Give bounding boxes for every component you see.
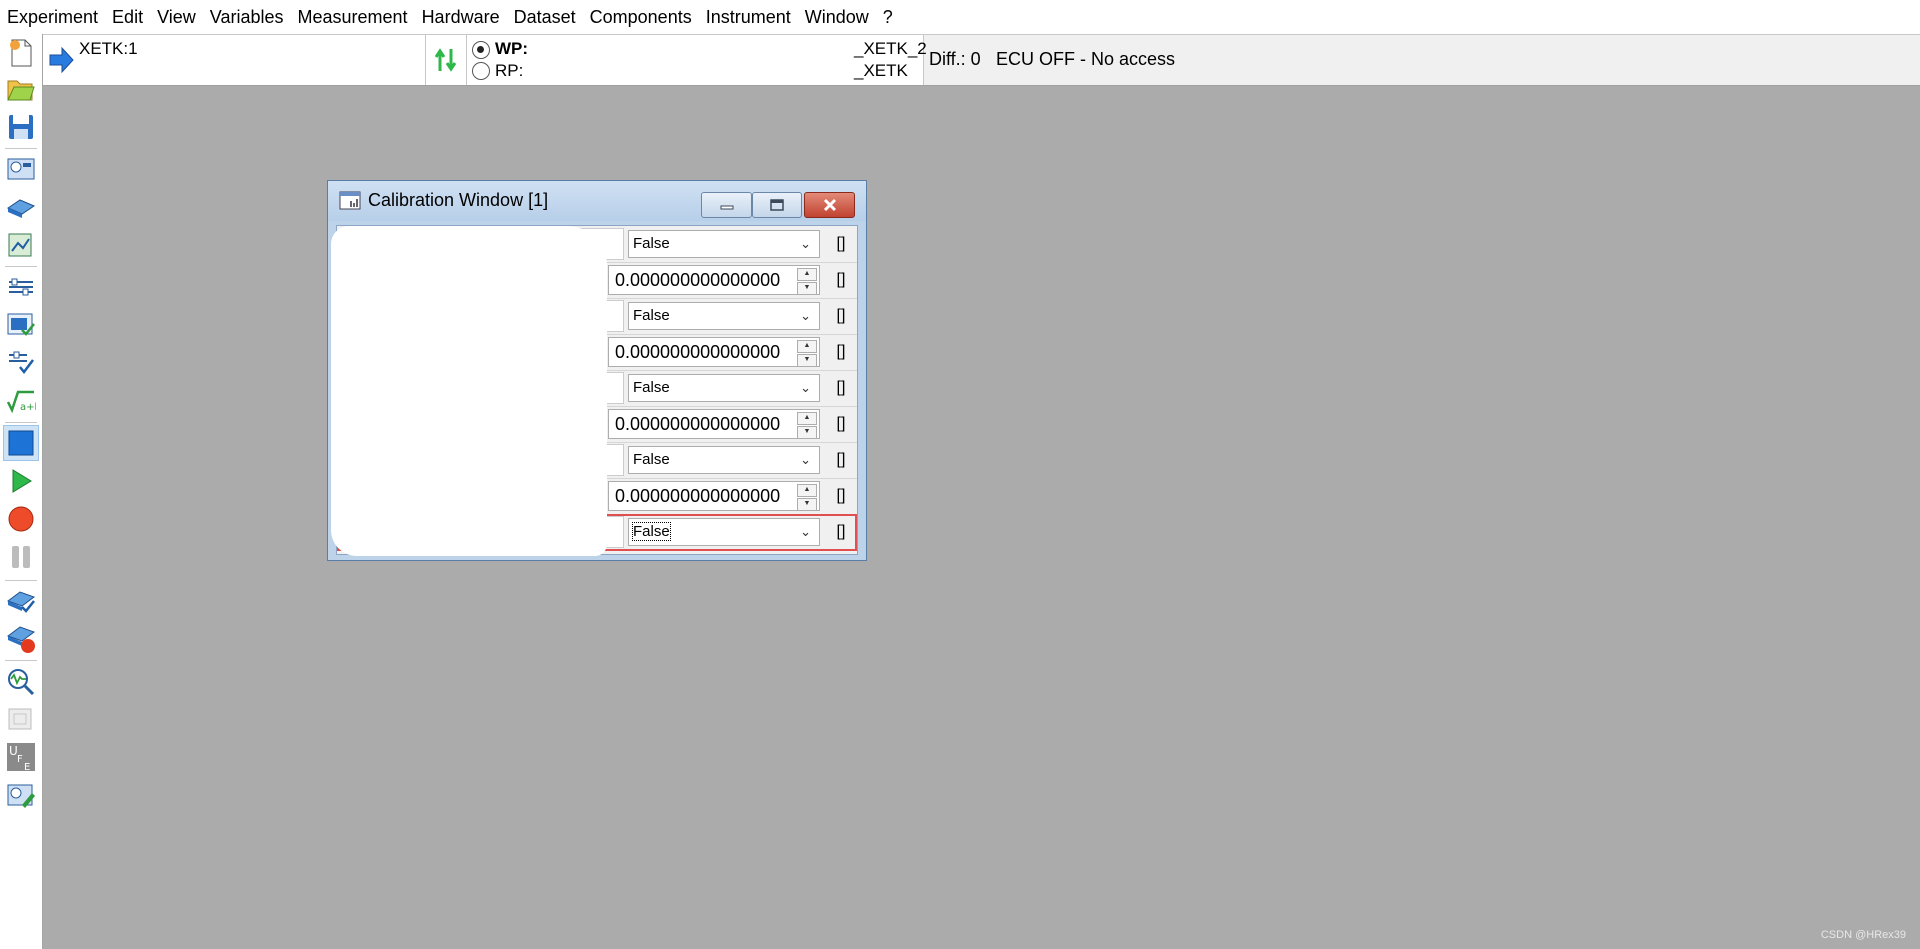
calibration-window[interactable]: Calibration Window [1] False ⌄ [] 0.0000… [327, 180, 867, 561]
close-icon [823, 198, 836, 212]
value-bracket: [] [836, 523, 846, 540]
close-button[interactable] [804, 192, 855, 218]
value-bracket: [] [836, 343, 846, 360]
restore-button[interactable] [752, 192, 802, 218]
measure-config-icon[interactable] [4, 152, 38, 186]
window-title: Calibration Window [1] [368, 190, 549, 210]
diff-count: Diff.: 0 [929, 49, 981, 69]
chevron-down-icon: ⌄ [800, 524, 811, 539]
menu-components[interactable]: Components [583, 0, 699, 34]
chevron-down-icon: ⌄ [800, 380, 811, 395]
menu-instrument[interactable]: Instrument [699, 0, 798, 34]
value-bracket: [] [836, 415, 846, 432]
hardware-config-icon[interactable] [4, 190, 38, 224]
workspace-area[interactable]: CSDN @HRex39 [43, 86, 1920, 949]
pause-icon[interactable] [4, 540, 38, 574]
spin-down-icon[interactable]: ▼ [797, 354, 817, 367]
numeric-spinbox[interactable]: 0.000000000000000 ▲ ▼ [608, 409, 820, 439]
measure-edit-icon[interactable] [4, 778, 38, 812]
save-icon[interactable] [4, 110, 38, 144]
menu-edit[interactable]: Edit [105, 0, 150, 34]
menu-hardware[interactable]: Hardware [415, 0, 507, 34]
redaction-mark [331, 226, 607, 556]
value-bracket: [] [836, 487, 846, 504]
wp-reference: _XETK_2 [854, 39, 927, 58]
minimize-button[interactable] [701, 192, 752, 218]
calibration-window-icon[interactable] [3, 425, 39, 461]
restore-icon [770, 199, 784, 211]
svg-text:E: E [24, 762, 30, 772]
chevron-down-icon: ⌄ [800, 236, 811, 251]
rp-reference: _XETK [854, 61, 908, 80]
spin-up-icon[interactable]: ▲ [797, 340, 817, 353]
window-icon [339, 191, 361, 216]
menu-help[interactable]: ? [876, 0, 900, 34]
spin-up-icon[interactable]: ▲ [797, 412, 817, 425]
menu-dataset[interactable]: Dataset [507, 0, 583, 34]
boolean-dropdown[interactable]: False ⌄ [628, 374, 820, 402]
value-bracket: [] [836, 451, 846, 468]
boolean-dropdown[interactable]: False ⌄ [628, 302, 820, 330]
boolean-dropdown[interactable]: False ⌄ [628, 518, 820, 546]
variable-selection-icon[interactable] [4, 270, 38, 304]
working-page-panel: WP: RP: _XETK_2 _XETK [426, 35, 927, 85]
numeric-spinbox[interactable]: 0.000000000000000 ▲ ▼ [608, 265, 820, 295]
menu-experiment[interactable]: Experiment [0, 0, 105, 34]
new-experiment-icon[interactable] [4, 36, 38, 70]
spin-down-icon[interactable]: ▼ [797, 282, 817, 295]
spin-down-icon[interactable]: ▼ [797, 426, 817, 439]
svg-text:F: F [17, 754, 23, 765]
wp-label: WP: [495, 39, 529, 58]
record-icon[interactable] [4, 502, 38, 536]
device-label: XETK:1 [79, 39, 138, 58]
spin-up-icon[interactable]: ▲ [797, 484, 817, 497]
oscilloscope-icon[interactable] [4, 664, 38, 698]
workspace-record-icon[interactable] [4, 622, 38, 656]
menu-view[interactable]: View [150, 0, 203, 34]
formula-icon[interactable]: a+b [4, 384, 38, 418]
experiment-info-bar: XETK:1 WP: RP: _XETK_2 _XETK Diff.: 0 EC… [43, 34, 1920, 86]
value-bracket: [] [836, 271, 846, 288]
svg-text:a+b: a+b [20, 402, 36, 413]
variable-check-icon[interactable] [4, 346, 38, 380]
device-panel[interactable]: XETK:1 [43, 35, 426, 85]
menu-window[interactable]: Window [798, 0, 876, 34]
minimize-icon [720, 205, 733, 210]
ecu-status: ECU OFF - No access [996, 49, 1176, 69]
watermark: CSDN @HRex39 [1820, 929, 1906, 941]
calibration-list: False ⌄ [] 0.000000000000000 ▲ ▼ [] False… [331, 225, 858, 556]
boolean-dropdown[interactable]: False ⌄ [628, 446, 820, 474]
page-sync-icon[interactable] [426, 35, 467, 85]
ufe-icon[interactable]: UFE [4, 740, 38, 774]
rp-radio[interactable] [472, 62, 490, 80]
workspace-check-icon[interactable] [4, 584, 38, 618]
chevron-down-icon: ⌄ [800, 452, 811, 467]
redaction-mark [68, 61, 418, 81]
value-bracket: [] [836, 379, 846, 396]
wp-radio[interactable] [472, 41, 490, 59]
value-bracket: [] [836, 307, 846, 324]
numeric-spinbox[interactable]: 0.000000000000000 ▲ ▼ [608, 481, 820, 511]
dataset-manager-icon[interactable] [4, 228, 38, 262]
boolean-dropdown[interactable]: False ⌄ [628, 230, 820, 258]
rp-label: RP: [495, 61, 524, 80]
menu-variables[interactable]: Variables [203, 0, 291, 34]
value-bracket: [] [836, 235, 846, 252]
spin-up-icon[interactable]: ▲ [797, 268, 817, 281]
menu-bar: Experiment Edit View Variables Measureme… [0, 0, 1920, 34]
left-toolbar: a+b UFE [0, 34, 43, 949]
numeric-spinbox[interactable]: 0.000000000000000 ▲ ▼ [608, 337, 820, 367]
window-titlebar[interactable]: Calibration Window [1] [328, 181, 866, 221]
open-folder-icon[interactable] [4, 72, 38, 106]
calibration-editor-icon[interactable] [4, 308, 38, 342]
spin-down-icon[interactable]: ▼ [797, 498, 817, 511]
menu-measurement[interactable]: Measurement [291, 0, 415, 34]
chevron-down-icon: ⌄ [800, 308, 811, 323]
start-measurement-icon[interactable] [4, 464, 38, 498]
disabled-window-icon [4, 702, 38, 736]
